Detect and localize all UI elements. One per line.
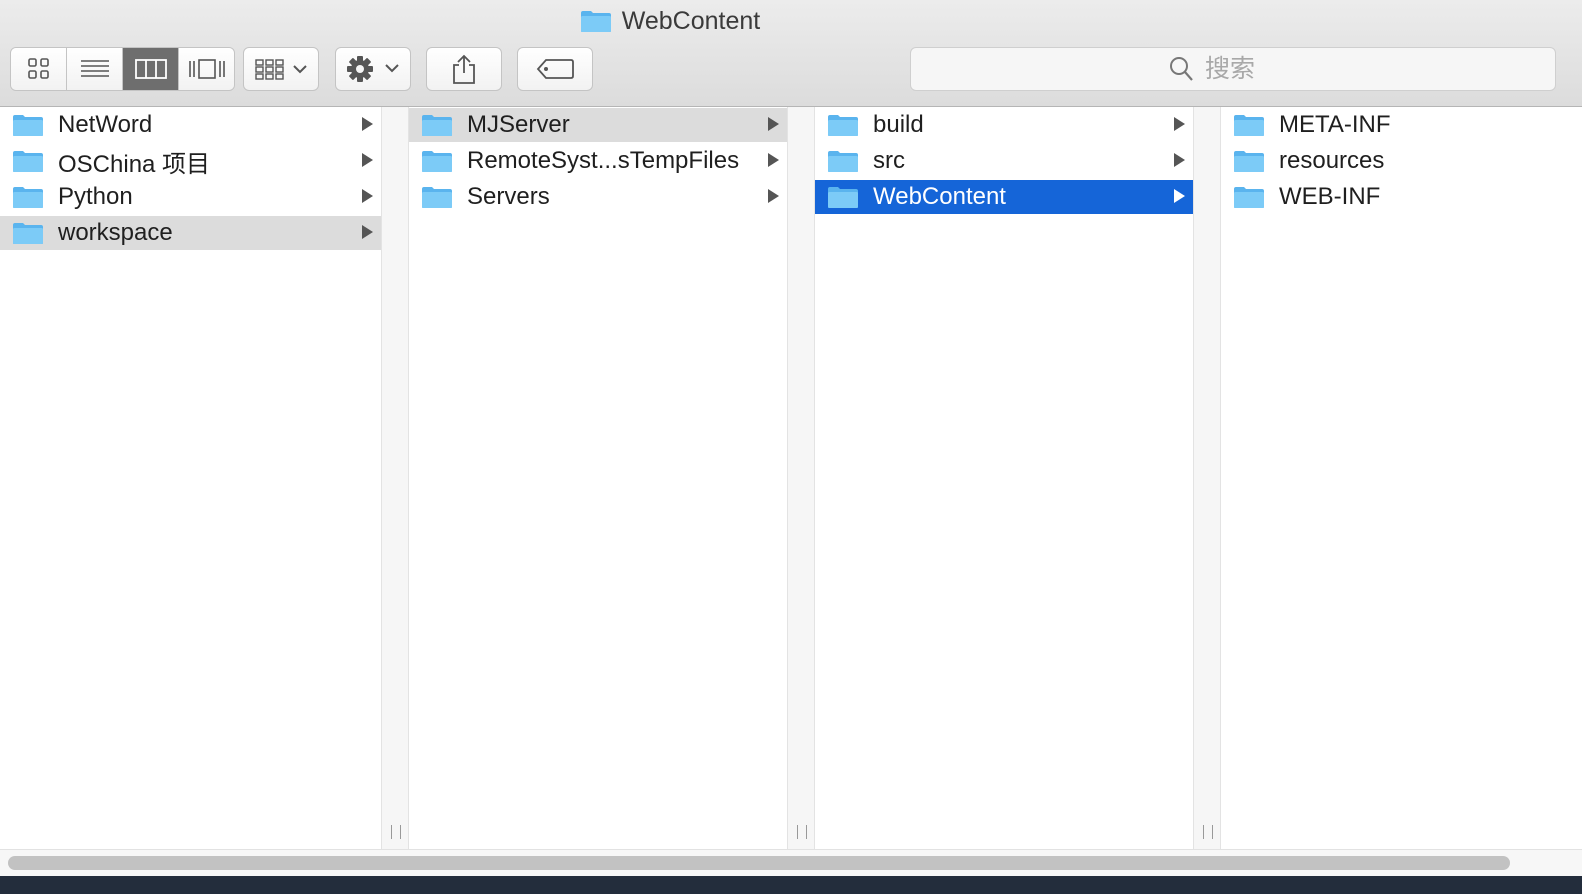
list-item[interactable]: Python xyxy=(0,180,381,214)
column-browser: NetWord OSChina 项目 Python workspace MJSe… xyxy=(0,107,1582,849)
list-item[interactable]: build xyxy=(815,108,1193,142)
list-item[interactable]: src xyxy=(815,144,1193,178)
search-icon xyxy=(1170,57,1193,81)
resize-handle-icon[interactable] xyxy=(797,825,807,839)
tags-button[interactable] xyxy=(517,47,593,91)
column-1: NetWord OSChina 项目 Python workspace xyxy=(0,107,381,849)
list-item[interactable]: WebContent xyxy=(815,180,1193,214)
folder-icon xyxy=(1233,185,1265,209)
disclosure-arrow-icon xyxy=(1174,153,1185,167)
icon-grid-icon xyxy=(27,58,49,79)
column-divider[interactable] xyxy=(381,107,409,849)
search-input[interactable] xyxy=(1203,53,1297,85)
disclosure-arrow-icon xyxy=(1174,117,1185,131)
item-label: Servers xyxy=(467,183,550,210)
folder-icon xyxy=(12,185,44,209)
arrange-button[interactable] xyxy=(243,47,319,91)
chevron-down-icon xyxy=(293,65,307,74)
column-2: MJServer RemoteSyst...sTempFiles Servers xyxy=(409,107,787,849)
column-4: META-INF resources WEB-INF xyxy=(1221,107,1582,849)
horizontal-scrollbar[interactable] xyxy=(0,849,1582,876)
item-label: WebContent xyxy=(873,183,1006,210)
disclosure-arrow-icon xyxy=(362,153,373,167)
folder-icon xyxy=(827,113,859,137)
disclosure-arrow-icon xyxy=(362,117,373,131)
item-label: META-INF xyxy=(1279,111,1391,138)
column-view-button[interactable] xyxy=(123,48,179,90)
icon-view-button[interactable] xyxy=(11,48,67,90)
folder-icon xyxy=(827,185,859,209)
folder-icon xyxy=(421,113,453,137)
item-label: resources xyxy=(1279,147,1385,174)
folder-icon xyxy=(12,221,44,245)
action-button[interactable] xyxy=(335,47,411,91)
column-divider[interactable] xyxy=(1193,107,1221,849)
cover-flow-icon xyxy=(188,59,225,79)
list-item[interactable]: resources xyxy=(1221,144,1582,178)
scrollbar-thumb[interactable] xyxy=(8,856,1510,870)
list-item[interactable]: OSChina 项目 xyxy=(0,144,381,178)
resize-handle-icon[interactable] xyxy=(1203,825,1213,839)
item-label: build xyxy=(873,111,924,138)
list-view-button[interactable] xyxy=(67,48,123,90)
folder-icon xyxy=(827,149,859,173)
item-label: MJServer xyxy=(467,111,570,138)
folder-icon xyxy=(1233,149,1265,173)
list-item[interactable]: workspace xyxy=(0,216,381,250)
desktop-background-strip xyxy=(0,876,1582,894)
folder-icon xyxy=(12,149,44,173)
list-lines-icon xyxy=(80,60,109,77)
tag-icon xyxy=(536,59,574,79)
window-title: WebContent xyxy=(0,4,1340,38)
item-label: OSChina 项目 xyxy=(58,150,211,178)
view-mode-segmented-control xyxy=(10,47,235,91)
folder-icon xyxy=(421,149,453,173)
folder-icon xyxy=(580,9,612,33)
item-label: WEB-INF xyxy=(1279,183,1381,210)
item-label: Python xyxy=(58,183,133,210)
arrange-grid-icon xyxy=(255,59,307,80)
columns-icon xyxy=(134,59,167,79)
gear-icon xyxy=(347,56,399,82)
item-label: NetWord xyxy=(58,111,153,138)
item-label: workspace xyxy=(58,219,173,246)
list-item[interactable]: Servers xyxy=(409,180,787,214)
item-label: src xyxy=(873,147,905,174)
disclosure-arrow-icon xyxy=(768,153,779,167)
folder-icon xyxy=(1233,113,1265,137)
share-icon xyxy=(453,54,475,84)
folder-icon xyxy=(12,113,44,137)
disclosure-arrow-icon xyxy=(362,189,373,203)
list-item[interactable]: META-INF xyxy=(1221,108,1582,142)
column-3: build src WebContent xyxy=(815,107,1193,849)
column-divider[interactable] xyxy=(787,107,815,849)
list-item[interactable]: MJServer xyxy=(409,108,787,142)
window-title-text: WebContent xyxy=(621,6,761,35)
cover-flow-view-button[interactable] xyxy=(179,48,234,90)
folder-icon xyxy=(421,185,453,209)
resize-handle-icon[interactable] xyxy=(391,825,401,839)
list-item[interactable]: RemoteSyst...sTempFiles xyxy=(409,144,787,178)
search-field[interactable] xyxy=(910,47,1556,91)
share-button[interactable] xyxy=(426,47,502,91)
item-label: RemoteSyst...sTempFiles xyxy=(467,147,740,174)
title-toolbar: WebContent xyxy=(0,0,1582,107)
list-item[interactable]: WEB-INF xyxy=(1221,180,1582,214)
list-item[interactable]: NetWord xyxy=(0,108,381,142)
disclosure-arrow-icon xyxy=(768,189,779,203)
disclosure-arrow-icon xyxy=(1174,189,1185,203)
disclosure-arrow-icon xyxy=(768,117,779,131)
disclosure-arrow-icon xyxy=(362,225,373,239)
